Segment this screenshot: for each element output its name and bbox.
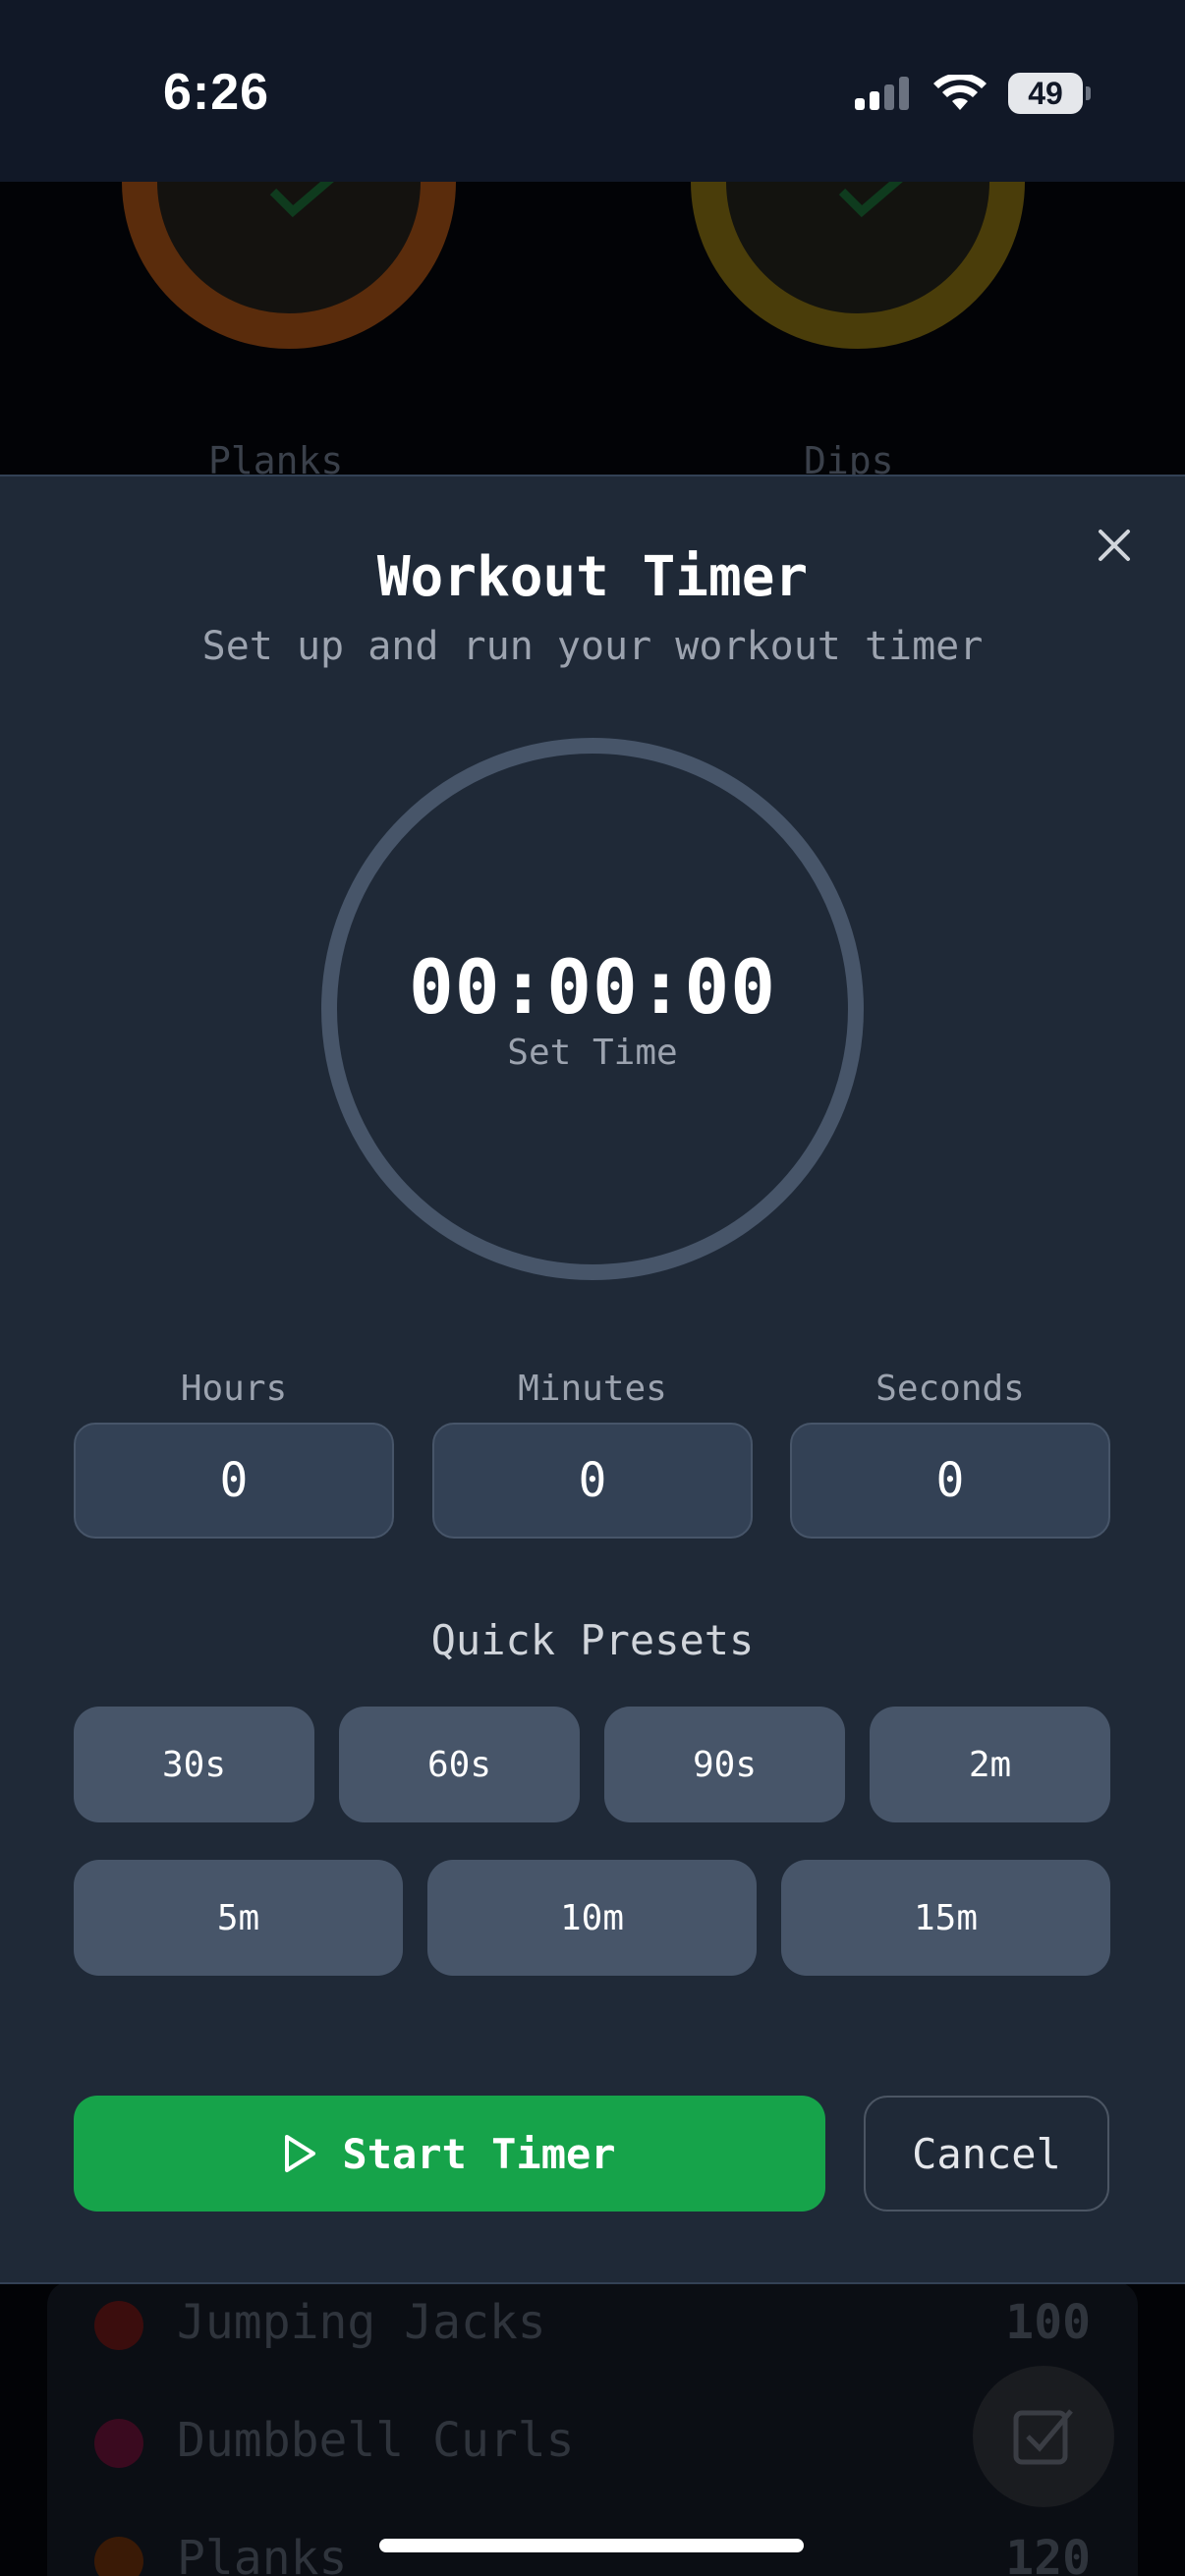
preset-button-15m[interactable]: 15m (781, 1860, 1110, 1976)
list-item-value: 120 (1005, 2531, 1091, 2576)
status-bar: 6:26 49 (0, 0, 1185, 182)
list-item-value: 100 (1005, 2295, 1091, 2350)
color-dot (94, 2419, 143, 2468)
color-dot (94, 2537, 143, 2576)
seconds-input[interactable] (790, 1423, 1110, 1539)
check-icon (838, 182, 903, 217)
modal-subtitle: Set up and run your workout timer (201, 624, 984, 669)
minutes-input[interactable] (432, 1423, 753, 1539)
check-icon (269, 182, 334, 217)
preset-button-30s[interactable]: 30s (74, 1707, 314, 1822)
seconds-label: Seconds (875, 1369, 1025, 1409)
activity-label-planks: Planks (208, 439, 344, 476)
status-time: 6:26 (163, 64, 270, 121)
activity-label-dips: Dips (804, 439, 894, 476)
timer-status: Set Time (507, 1033, 678, 1073)
preset-button-60s[interactable]: 60s (339, 1707, 580, 1822)
hours-label: Hours (180, 1369, 288, 1409)
presets-title: Quick Presets (430, 1616, 755, 1664)
hours-input[interactable] (74, 1423, 394, 1539)
start-timer-label: Start Timer (342, 2129, 616, 2178)
preset-button-90s[interactable]: 90s (604, 1707, 845, 1822)
list-item: Jumping Jacks 100 (47, 2281, 1138, 2380)
list-item-label: Planks (177, 2531, 348, 2576)
battery-icon: 49 (1008, 73, 1091, 114)
preset-button-10m[interactable]: 10m (427, 1860, 757, 1976)
list-item-label: Jumping Jacks (177, 2295, 546, 2350)
start-timer-button[interactable]: Start Timer (74, 2096, 825, 2212)
wifi-icon (933, 75, 987, 110)
minutes-label: Minutes (518, 1369, 667, 1409)
workout-timer-modal: Workout Timer Set up and run your workou… (0, 475, 1185, 2284)
cancel-button[interactable]: Cancel (864, 2096, 1109, 2212)
cellular-signal-icon (855, 77, 909, 110)
color-dot (94, 2301, 143, 2350)
checkbox-edit-icon (1013, 2409, 1073, 2465)
background-activity-rings: Planks Dips (0, 182, 1185, 476)
list-item-label: Dumbbell Curls (177, 2413, 575, 2468)
status-icons: 49 (855, 73, 1091, 114)
home-indicator (379, 2539, 804, 2552)
preset-button-2m[interactable]: 2m (870, 1707, 1110, 1822)
complete-fab (973, 2366, 1114, 2507)
modal-title: Workout Timer (376, 545, 809, 609)
timer-display: 00:00:00 (408, 943, 777, 1031)
play-icon (285, 2135, 316, 2172)
preset-button-5m[interactable]: 5m (74, 1860, 403, 1976)
